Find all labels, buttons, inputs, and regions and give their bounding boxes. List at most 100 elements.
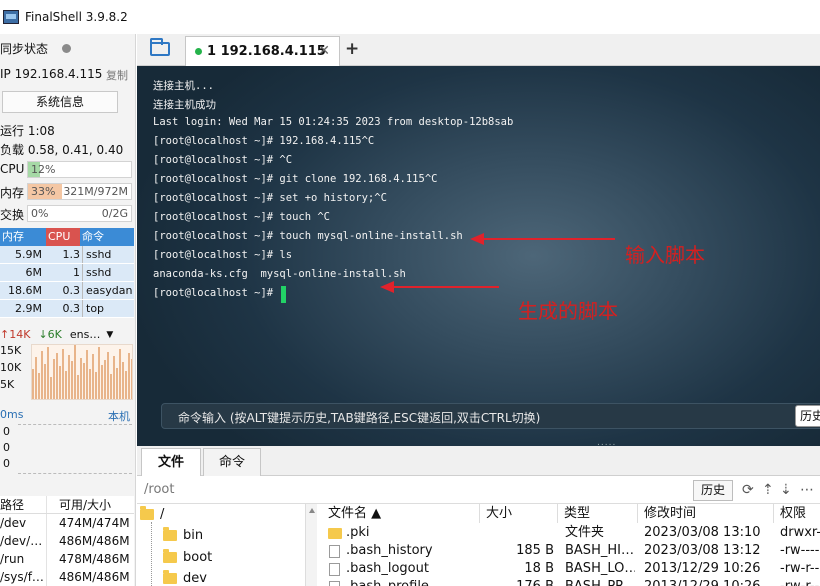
network-activity-bar (50, 377, 52, 399)
file-name: .bash_logout (346, 561, 429, 576)
process-row[interactable]: 6M 1 sshd (0, 264, 134, 282)
col-permission[interactable]: 权限 (774, 504, 820, 523)
disk-row[interactable]: /dev 474M/474M (0, 514, 134, 532)
mem-meter: 33% 321M/972M (27, 183, 132, 200)
network-activity-bar (113, 356, 115, 399)
network-activity-bar (74, 345, 76, 399)
disk-size: 486M/486M (46, 532, 134, 550)
network-activity-bar (32, 369, 34, 399)
terminal-line: [root@localhost ~]# 192.168.4.115^C (153, 135, 375, 147)
annotation-arrow-generated (393, 286, 499, 288)
latency-host[interactable]: 本机 (108, 408, 130, 424)
close-icon[interactable]: ✕ (318, 43, 330, 59)
disk-row[interactable]: /sys/f… 486M/486M (0, 568, 134, 586)
network-activity-bar (107, 352, 109, 399)
download-icon[interactable]: ⇣ (780, 482, 792, 498)
network-activity-bar (44, 364, 46, 399)
network-activity-bar (59, 366, 61, 399)
process-mem: 18.6M (8, 284, 42, 297)
more-icon[interactable]: ⋯ (800, 482, 814, 498)
terminal-line: [root@localhost ~]# git clone 192.168.4.… (153, 173, 438, 185)
path-history-button[interactable]: 历史 (693, 480, 733, 501)
network-activity-bar (98, 347, 100, 399)
process-col-mem[interactable]: 内存 (0, 228, 46, 246)
disk-col-size[interactable]: 可用/大小 (46, 496, 134, 513)
disk-table-header: 路径 可用/大小 (0, 496, 134, 514)
network-activity-bar (119, 349, 121, 399)
file-icon (329, 563, 340, 576)
terminal-line: [root@localhost ~]# ^C (153, 154, 293, 166)
net-y-label: 15K (0, 344, 22, 357)
cpu-label: CPU (0, 162, 25, 176)
file-row[interactable]: .bash_logout 18 B BASH_LO… 2013/12/29 10… (322, 560, 820, 578)
terminal[interactable]: 连接主机... 连接主机成功 Last login: Wed Mar 15 01… (137, 66, 820, 446)
col-mtime[interactable]: 修改时间 (638, 504, 774, 523)
chevron-down-icon[interactable]: ▼ (106, 330, 113, 340)
process-cpu: 0.3 (62, 284, 81, 297)
folder-icon (163, 549, 177, 563)
latency-label: 0ms (0, 408, 24, 421)
col-size[interactable]: 大小 (480, 504, 558, 523)
process-row[interactable]: 2.9M 0.3 top (0, 300, 134, 318)
process-table-header: 内存 CPU 命令 (0, 228, 134, 246)
file-row[interactable]: .bash_history 185 B BASH_HI… 2023/03/08 … (322, 542, 820, 560)
terminal-line: Last login: Wed Mar 15 01:24:35 2023 fro… (153, 116, 514, 128)
copy-ip-button[interactable]: 复制 (106, 67, 128, 83)
file-size (480, 524, 554, 542)
tab-files[interactable]: 文件 (141, 448, 201, 476)
disk-size: 486M/486M (46, 568, 134, 586)
disk-col-path[interactable]: 路径 (0, 496, 46, 513)
sync-status-label: 同步状态 (0, 42, 49, 56)
net-interface-select[interactable]: ens… (70, 328, 100, 341)
process-row[interactable]: 18.6M 0.3 easydan (0, 282, 134, 300)
file-row[interactable]: .bash_profile 176 B BASH_PR… 2013/12/29 … (322, 578, 820, 586)
process-mem: 6M (25, 266, 43, 279)
mem-percent: 33% (31, 185, 56, 198)
terminal-line: [root@localhost ~]# touch ^C (153, 211, 331, 223)
process-col-cmd[interactable]: 命令 (80, 228, 134, 246)
process-cmd: sshd (82, 264, 134, 281)
network-activity-bar (125, 371, 127, 399)
file-row[interactable]: .pki 文件夹 2023/03/08 13:10 drwxr- (322, 524, 820, 542)
file-mtime: 2013/12/29 10:26 (644, 561, 761, 576)
cpu-percent: 12% (31, 163, 56, 176)
current-path-input[interactable]: /root (144, 482, 174, 497)
connected-status-icon (195, 48, 202, 55)
command-input[interactable]: 命令输入 (按ALT键提示历史,TAB键路径,ESC键返回,双击CTRL切换) (161, 403, 820, 429)
tree-scrollbar[interactable] (305, 504, 317, 586)
tab-commands[interactable]: 命令 (203, 448, 261, 476)
disk-row[interactable]: /dev/… 486M/486M (0, 532, 134, 550)
tree-item-root[interactable]: / (140, 506, 164, 522)
open-folder-icon[interactable] (150, 38, 170, 56)
tree-item-dev[interactable]: dev (163, 570, 207, 586)
network-activity-bar (101, 365, 103, 399)
network-activity-bar (86, 350, 88, 399)
refresh-icon[interactable]: ⟳ (742, 482, 754, 498)
system-info-button[interactable]: 系统信息 (2, 91, 118, 113)
terminal-line: [root@localhost ~]# touch mysql-online-i… (153, 230, 463, 242)
network-activity-bar (104, 360, 106, 399)
file-type: BASH_HI… (565, 543, 634, 558)
col-type[interactable]: 类型 (558, 504, 638, 523)
process-col-cpu[interactable]: CPU (46, 228, 80, 246)
col-filename[interactable]: 文件名 ▲ (322, 504, 480, 523)
swap-label: 交换 (0, 208, 25, 222)
file-name: .pki (346, 525, 370, 540)
resize-grip[interactable]: ..... (597, 438, 616, 446)
upload-icon[interactable]: ⇡ (762, 482, 774, 498)
command-history-button[interactable]: 历史 (795, 405, 820, 427)
disk-row[interactable]: /run 478M/486M (0, 550, 134, 568)
network-activity-bar (116, 368, 118, 399)
swap-detail: 0/2G (101, 207, 128, 220)
process-row[interactable]: 5.9M 1.3 sshd (0, 246, 134, 264)
add-tab-button[interactable]: + (345, 39, 359, 59)
arrow-left-icon (470, 233, 484, 245)
terminal-line: [root@localhost ~]# ls (153, 249, 293, 261)
latency-graph (18, 424, 132, 474)
tree-item-boot[interactable]: boot (163, 549, 212, 565)
process-cpu: 1 (73, 266, 80, 279)
session-tab[interactable]: 1 192.168.4.115 ✕ (185, 36, 340, 66)
network-activity-bar (83, 363, 85, 399)
tree-item-bin[interactable]: bin (163, 527, 203, 543)
folder-icon (163, 570, 177, 584)
